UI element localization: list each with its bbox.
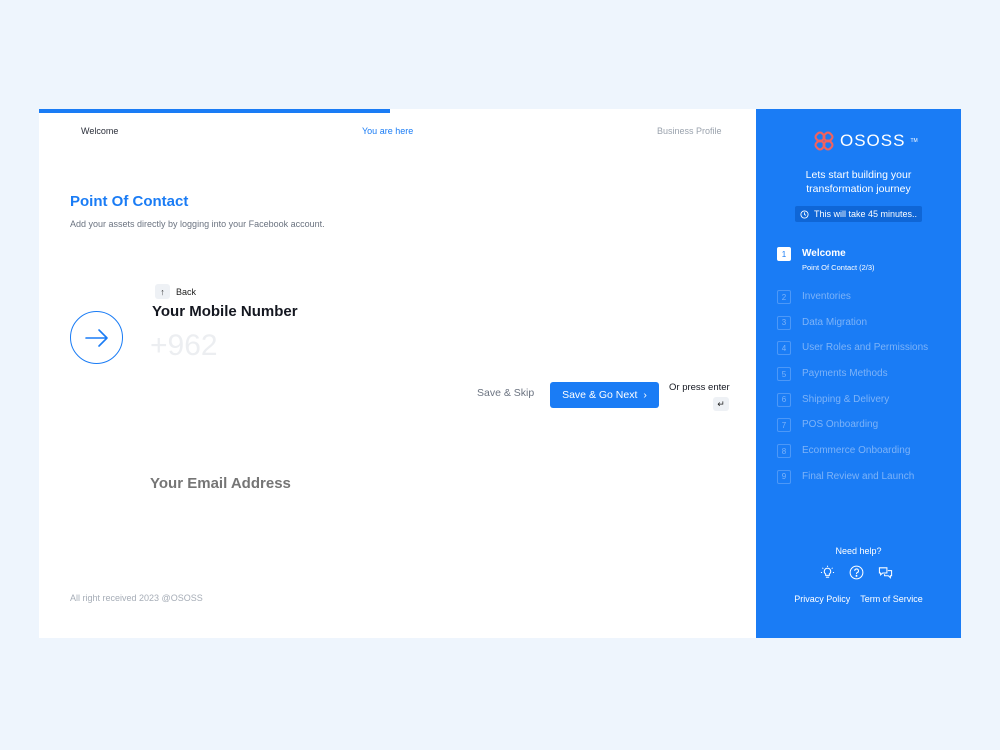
mobile-number-input[interactable] (150, 326, 450, 366)
step-number: 6 (777, 392, 791, 407)
nav-welcome[interactable]: Welcome (81, 126, 118, 136)
question-title: Your Mobile Number (152, 303, 298, 320)
arrow-up-icon: ↑ (155, 284, 170, 299)
step-item-inventories[interactable]: 2 Inventories (777, 290, 928, 316)
help-icons (820, 565, 893, 580)
brand-tm: TM (910, 138, 918, 144)
step-item-pos[interactable]: 7 POS Onboarding (777, 418, 928, 444)
step-number: 1 (777, 247, 791, 261)
step-number: 7 (777, 418, 791, 433)
footer-links: Privacy Policy Term of Service (756, 594, 961, 604)
step-number: 4 (777, 341, 791, 356)
chat-icon[interactable] (878, 565, 893, 580)
back-label: Back (176, 286, 197, 297)
chevron-right-icon: › (643, 389, 647, 401)
clock-icon (800, 209, 809, 219)
step-label: User Roles and Permissions (802, 342, 929, 354)
save-next-label: Save & Go Next (562, 389, 638, 401)
back-button[interactable]: ↑ Back (155, 284, 196, 299)
step-nav: Welcome You are here Business Profile (39, 126, 756, 140)
tagline-line-1: Lets start building your (805, 169, 912, 181)
nav-you-are-here: You are here (362, 126, 414, 136)
press-enter-hint: Or press enter (669, 382, 730, 393)
nav-business-profile[interactable]: Business Profile (657, 126, 722, 136)
step-label: Payments Methods (802, 368, 888, 380)
step-item-welcome[interactable]: 1 Welcome Point Of Contact (2/3) (777, 247, 928, 290)
step-label: Inventories (802, 291, 851, 302)
ososs-logo-icon (814, 131, 834, 151)
lightbulb-icon[interactable] (820, 565, 835, 580)
question-icon[interactable] (849, 565, 864, 580)
step-item-data-migration[interactable]: 3 Data Migration (777, 315, 928, 342)
email-input[interactable] (150, 471, 450, 495)
step-number: 3 (777, 315, 791, 330)
step-label: Data Migration (802, 316, 868, 328)
steps-list: 1 Welcome Point Of Contact (2/3) 2 Inven… (777, 247, 928, 496)
step-item-final-review[interactable]: 9 Final Review and Launch (777, 469, 928, 496)
step-label: Final Review and Launch (802, 470, 915, 482)
copyright: All right received 2023 @OSOSS (70, 593, 203, 603)
logo: OSOSS TM (813, 130, 918, 152)
step-item-shipping[interactable]: 6 Shipping & Delivery (777, 392, 928, 419)
step-item-ecommerce[interactable]: 8 Ecommerce Onboarding (777, 444, 928, 470)
progress-bar (39, 109, 756, 113)
terms-link[interactable]: Term of Service (860, 594, 923, 604)
tagline: Lets start building your transformation … (756, 168, 961, 196)
step-number: 2 (777, 290, 791, 304)
step-item-payments[interactable]: 5 Payments Methods (777, 367, 928, 393)
tagline-line-2: transformation journey (806, 183, 911, 195)
time-estimate-text: This will take 45 minutes.. (813, 209, 918, 219)
save-next-button[interactable]: Save & Go Next › (550, 382, 659, 408)
time-estimate-badge: This will take 45 minutes.. (795, 206, 922, 222)
step-sublabel: Point Of Contact (2/3) (802, 263, 875, 272)
privacy-policy-link[interactable]: Privacy Policy (794, 594, 850, 604)
step-item-user-roles[interactable]: 4 User Roles and Permissions (777, 341, 928, 367)
enter-key-icon: ↵ (713, 397, 729, 411)
arrow-right-icon (70, 311, 123, 364)
step-label: Ecommerce Onboarding (802, 445, 911, 457)
onboarding-frame: Welcome You are here Business Profile Po… (39, 109, 961, 638)
page-subtitle: Add your assets directly by logging into… (70, 219, 325, 229)
save-skip-button[interactable]: Save & Skip (477, 387, 534, 399)
step-number: 5 (777, 367, 791, 382)
step-number: 8 (777, 444, 791, 459)
step-number: 9 (777, 469, 791, 484)
progress-fill (39, 109, 391, 113)
main-panel: Welcome You are here Business Profile Po… (39, 109, 756, 638)
need-help-label: Need help? (835, 546, 882, 556)
step-label: Shipping & Delivery (802, 393, 890, 405)
step-label: Welcome (802, 248, 846, 259)
page-title: Point Of Contact (70, 193, 189, 210)
brand-name: OSOSS (840, 131, 906, 150)
sidebar: OSOSS TM Lets start building your transf… (756, 109, 961, 638)
step-label: POS Onboarding (802, 419, 879, 431)
